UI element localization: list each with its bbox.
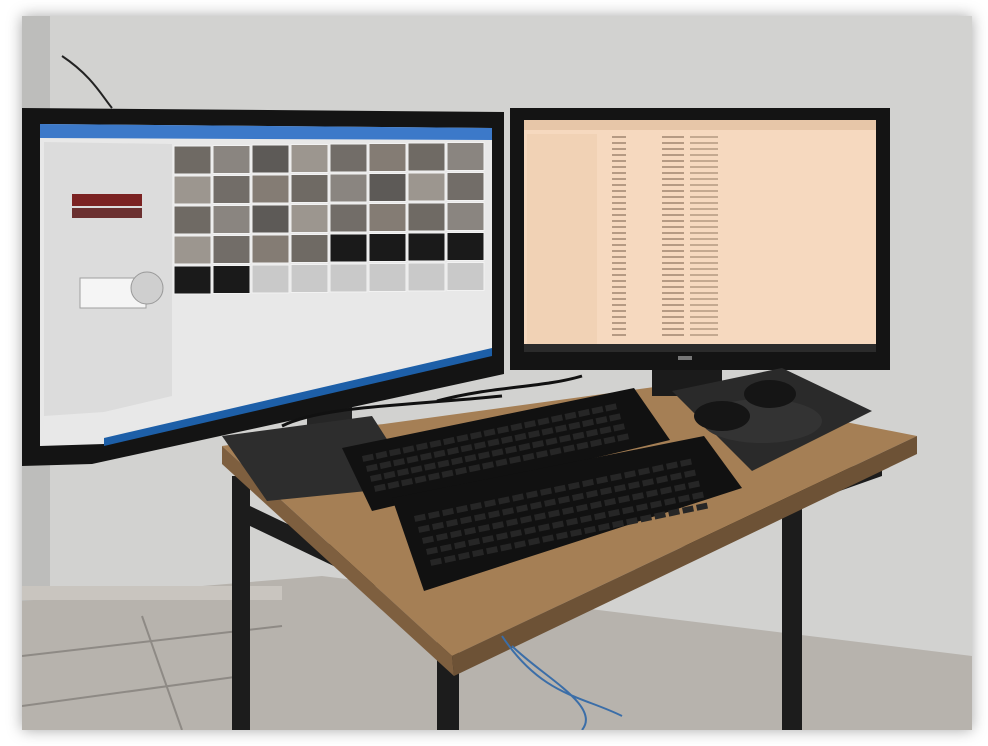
camera-tile [407, 142, 446, 172]
camera-tile [212, 145, 251, 174]
camera-tile [251, 204, 290, 234]
camera-tile [329, 173, 368, 203]
camera-tile [368, 143, 407, 172]
camera-tile [251, 264, 290, 294]
camera-tile [446, 142, 485, 171]
camera-tile [290, 144, 329, 173]
camera-tile [173, 205, 212, 235]
camera-tile [290, 264, 329, 293]
vms-ptz-dial [130, 271, 164, 305]
camera-tile [329, 143, 368, 173]
photo-frame [22, 16, 972, 730]
camera-tile [290, 204, 329, 233]
right-taskbar [524, 344, 876, 352]
log-tree-panel [527, 134, 597, 344]
vms-preset-strip [72, 208, 142, 218]
camera-tile [446, 172, 485, 201]
camera-tile [446, 232, 485, 261]
camera-tile [329, 233, 368, 263]
camera-tile [407, 262, 446, 292]
camera-tile [290, 174, 329, 203]
camera-tile [251, 174, 290, 204]
camera-tile [212, 265, 251, 294]
camera-tile [407, 232, 446, 262]
camera-tile [329, 263, 368, 293]
right-monitor-logo [678, 356, 692, 360]
camera-tile [407, 202, 446, 232]
camera-tile [446, 262, 485, 291]
vms-preset-strip [72, 194, 142, 206]
camera-tile [212, 205, 251, 234]
log-toolbar [524, 120, 876, 130]
desk-leg [782, 486, 802, 730]
desk-photo [22, 16, 972, 730]
camera-tile [212, 235, 251, 264]
camera-tile [290, 234, 329, 263]
camera-tile [251, 234, 290, 264]
camera-tile [173, 265, 212, 295]
camera-tile [251, 144, 290, 174]
camera-tile [446, 202, 485, 231]
camera-tile [368, 263, 407, 292]
desk-leg [232, 476, 250, 730]
camera-tile [368, 173, 407, 202]
camera-tile [368, 233, 407, 262]
camera-tile [329, 203, 368, 233]
mouse [694, 401, 750, 431]
camera-tile [173, 235, 212, 265]
mouse [744, 380, 796, 408]
camera-tile [173, 175, 212, 205]
camera-tile [173, 145, 212, 175]
camera-tile [212, 175, 251, 204]
camera-tile [407, 172, 446, 202]
camera-tile [368, 203, 407, 232]
